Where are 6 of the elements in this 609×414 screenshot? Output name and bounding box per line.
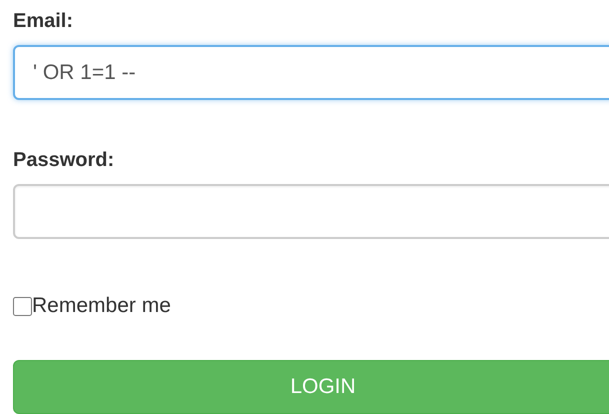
email-label: Email: <box>13 10 74 33</box>
remember-checkbox[interactable] <box>13 296 32 316</box>
email-field[interactable]: ' OR 1=1 -- <box>13 45 609 100</box>
password-label: Password: <box>13 149 114 172</box>
password-field[interactable] <box>13 184 609 240</box>
remember-label: Remember me <box>32 294 171 318</box>
